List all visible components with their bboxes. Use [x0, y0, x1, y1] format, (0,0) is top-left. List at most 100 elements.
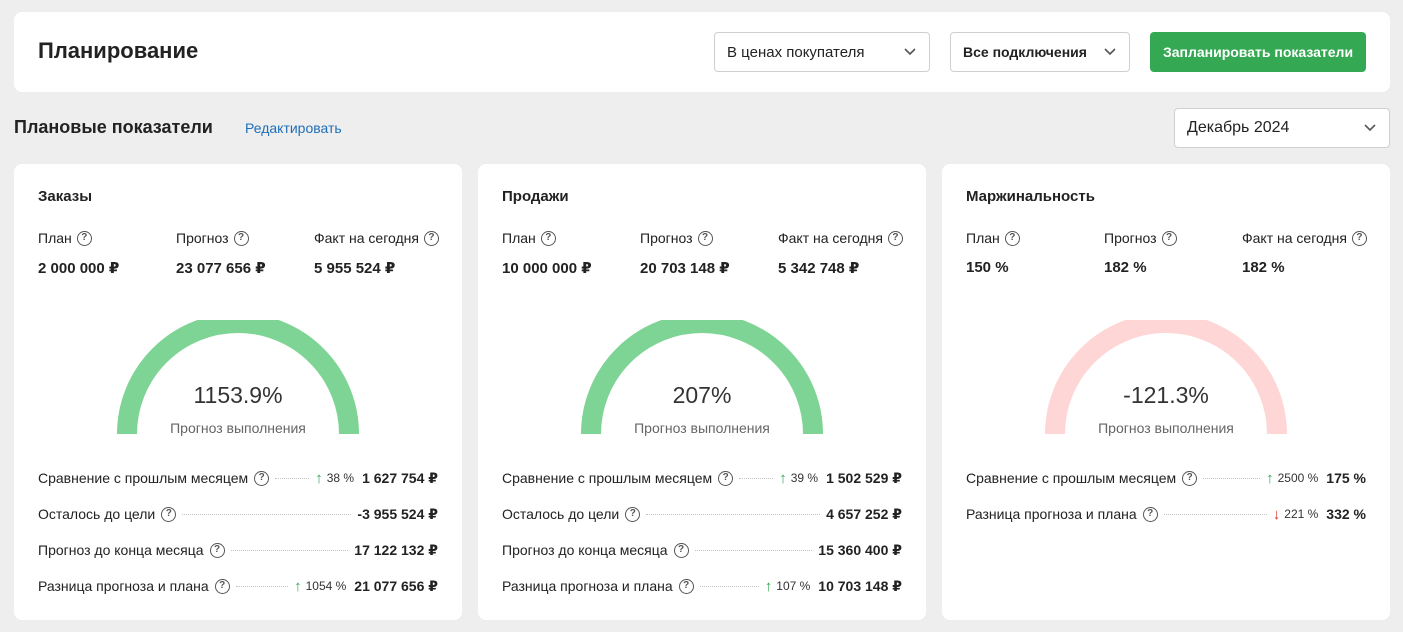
- change-value: 221 %: [1284, 507, 1319, 521]
- price-mode-select[interactable]: В ценах покупателя: [714, 32, 930, 72]
- stat-value: 4 657 252 ₽: [826, 505, 902, 522]
- stat-label: Разница прогноза и плана: [966, 506, 1137, 522]
- stat-value: 17 122 132 ₽: [354, 541, 438, 558]
- help-icon[interactable]: ?: [1161, 230, 1177, 246]
- edit-link[interactable]: Редактировать: [245, 120, 342, 136]
- arrow-up-icon: ↑: [294, 577, 302, 595]
- help-icon[interactable]: ?: [233, 230, 249, 246]
- help-icon[interactable]: ?: [214, 578, 230, 594]
- orders-card: Заказы План? 2 000 000 ₽ Прогноз? 23 077…: [14, 164, 462, 620]
- arrow-down-icon: ↓: [1272, 505, 1281, 523]
- arrow-up-icon: ↑: [315, 469, 323, 487]
- metric-forecast: Прогноз? 182 %: [1104, 230, 1177, 276]
- change-indicator: ↑ 107 %: [765, 579, 811, 594]
- dotted-leader: [646, 513, 821, 515]
- help-icon[interactable]: ?: [1004, 230, 1020, 246]
- stat-row: Разница прогноза и плана ? ↑ 107 % 10 703…: [502, 576, 902, 596]
- metric-value: 20 703 148 ₽: [640, 260, 730, 277]
- help-icon[interactable]: ?: [887, 230, 903, 246]
- page-title: Планирование: [38, 38, 199, 63]
- help-icon[interactable]: ?: [1351, 230, 1367, 246]
- dotted-leader: [699, 585, 759, 587]
- help-icon[interactable]: ?: [161, 506, 177, 522]
- plan-metrics-button[interactable]: Запланировать показатели: [1150, 32, 1366, 72]
- metric-plan: План? 150 %: [966, 230, 1020, 276]
- connections-select[interactable]: Все подключения: [950, 32, 1130, 72]
- change-value: 38 %: [326, 471, 355, 485]
- help-icon[interactable]: ?: [625, 506, 641, 522]
- change-indicator: ↓ 221 %: [1273, 507, 1319, 522]
- stat-row: Осталось до цели ? -3 955 524 ₽: [38, 504, 438, 524]
- stat-row: Прогноз до конца месяца ? 15 360 400 ₽: [502, 540, 902, 560]
- help-icon[interactable]: ?: [76, 230, 92, 246]
- metric-value: 182 %: [1242, 259, 1285, 276]
- metric-label: План: [966, 230, 1000, 246]
- change-indicator: ↑ 1054 %: [294, 579, 346, 594]
- change-indicator: ↑ 2500 %: [1266, 471, 1318, 486]
- stat-row: Сравнение с прошлым месяцем ? ↑ 2500 % 17…: [966, 468, 1366, 488]
- metric-value: 5 342 748 ₽: [778, 260, 860, 277]
- gauge-caption: Прогноз выполнения: [170, 420, 306, 436]
- metric-label: Факт на сегодня: [778, 230, 883, 246]
- help-icon[interactable]: ?: [718, 470, 734, 486]
- forecast-gauge: 207% Прогноз выполнения: [580, 320, 824, 436]
- chevron-down-icon: [1103, 45, 1117, 59]
- card-title: Заказы: [38, 188, 93, 205]
- help-icon[interactable]: ?: [678, 578, 694, 594]
- help-icon[interactable]: ?: [209, 542, 225, 558]
- stat-value: 1 627 754 ₽: [362, 469, 438, 486]
- dotted-leader: [694, 549, 813, 551]
- month-select-label: Декабрь 2024: [1187, 119, 1290, 136]
- help-icon[interactable]: ?: [1182, 470, 1198, 486]
- change-indicator: ↑ 39 %: [779, 471, 818, 486]
- metric-value: 2 000 000 ₽: [38, 260, 120, 277]
- sales-card: Продажи План? 10 000 000 ₽ Прогноз? 20 7…: [478, 164, 926, 620]
- stat-label: Прогноз до конца месяца: [502, 542, 668, 558]
- metric-value: 182 %: [1104, 259, 1147, 276]
- metric-plan: План? 10 000 000 ₽: [502, 230, 592, 277]
- help-icon[interactable]: ?: [1142, 506, 1158, 522]
- month-select[interactable]: Декабрь 2024: [1174, 108, 1390, 148]
- metric-forecast: Прогноз? 20 703 148 ₽: [640, 230, 730, 277]
- stat-row: Сравнение с прошлым месяцем ? ↑ 38 % 1 62…: [38, 468, 438, 488]
- stat-row: Осталось до цели ? 4 657 252 ₽: [502, 504, 902, 524]
- dotted-leader: [1203, 477, 1261, 479]
- help-icon[interactable]: ?: [254, 470, 270, 486]
- stat-value: 175 %: [1326, 470, 1366, 486]
- metric-forecast: Прогноз? 23 077 656 ₽: [176, 230, 266, 277]
- metric-fact: Факт на сегодня? 182 %: [1242, 230, 1367, 276]
- arrow-up-icon: ↑: [764, 577, 773, 595]
- gauge-arc: [581, 320, 823, 434]
- stat-label: Сравнение с прошлым месяцем: [966, 470, 1177, 486]
- stat-value: 10 703 148 ₽: [818, 577, 902, 594]
- card-title: Маржинальность: [966, 188, 1095, 205]
- stat-row: Сравнение с прошлым месяцем ? ↑ 39 % 1 50…: [502, 468, 902, 488]
- change-value: 39 %: [790, 471, 819, 485]
- stat-value: 21 077 656 ₽: [354, 577, 438, 594]
- metric-fact: Факт на сегодня? 5 342 748 ₽: [778, 230, 903, 277]
- arrow-up-icon: ↑: [779, 469, 787, 487]
- stat-label: Разница прогноза и плана: [38, 578, 209, 594]
- stat-label: Сравнение с прошлым месяцем: [38, 470, 249, 486]
- stat-value: 15 360 400 ₽: [818, 541, 902, 558]
- help-icon[interactable]: ?: [423, 230, 439, 246]
- arrow-up-icon: ↑: [1266, 469, 1274, 487]
- dotted-leader: [275, 477, 310, 479]
- metric-value: 150 %: [966, 259, 1009, 276]
- dotted-leader: [182, 513, 352, 515]
- help-icon[interactable]: ?: [673, 542, 689, 558]
- help-icon[interactable]: ?: [540, 230, 556, 246]
- metric-value: 10 000 000 ₽: [502, 260, 592, 277]
- change-value: 2500 %: [1277, 471, 1319, 485]
- help-icon[interactable]: ?: [697, 230, 713, 246]
- metric-plan: План? 2 000 000 ₽: [38, 230, 119, 277]
- gauge-value: 207%: [672, 382, 732, 408]
- stat-row: Прогноз до конца месяца ? 17 122 132 ₽: [38, 540, 438, 560]
- dotted-leader: [739, 477, 774, 479]
- metric-label: Прогноз: [640, 230, 693, 246]
- metric-label: Прогноз: [1104, 230, 1157, 246]
- stat-label: Осталось до цели: [38, 506, 156, 522]
- stat-value: 1 502 529 ₽: [826, 469, 902, 486]
- metric-value: 5 955 524 ₽: [314, 260, 396, 277]
- metric-label: План: [502, 230, 536, 246]
